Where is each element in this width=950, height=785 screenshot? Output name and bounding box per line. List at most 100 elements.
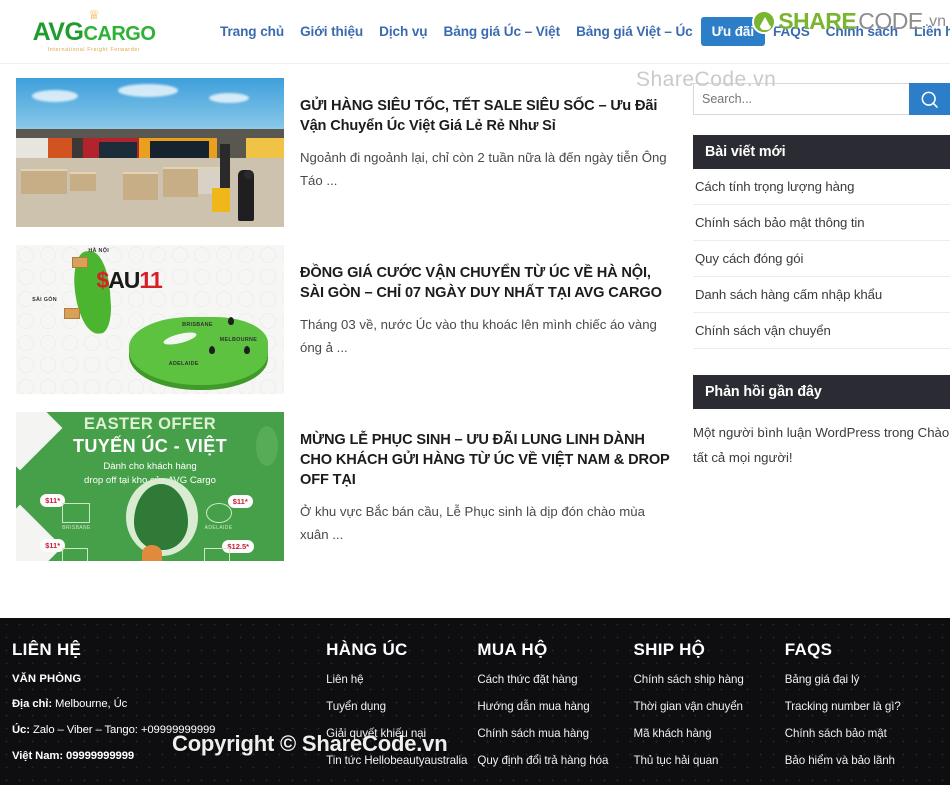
footer-vn-value: 09999999999: [63, 750, 135, 762]
post-title[interactable]: ĐỒNG GIÁ CƯỚC VẬN CHUYỂN TỪ ÚC VỀ HÀ NỘI…: [300, 263, 676, 303]
footer-link[interactable]: Quy định đổi trả hàng hóa: [477, 754, 633, 767]
map-label-saigon: SÀI GÒN: [32, 297, 57, 304]
recent-posts-list: Cách tính trọng lượng hàng Chính sách bả…: [693, 169, 950, 349]
footer-link[interactable]: Mã khách hàng: [634, 727, 785, 740]
widget-title-recent-posts: Bài viết mới: [693, 135, 950, 169]
price-currency: $: [96, 267, 109, 294]
sharecode-logo-icon: [752, 9, 777, 34]
footer-column-contact: LIÊN HỆ VĂN PHÒNG Địa chỉ: Melbourne, Úc…: [12, 640, 326, 781]
logo-tagline: International Freight Forwarder: [47, 47, 141, 53]
easter-city-brisbane: BRISBANE: [62, 525, 91, 532]
site-header: ♕ AVGCARGO International Freight Forward…: [0, 0, 950, 64]
footer-au-phone-line: Úc: Zalo – Viber – Tango: +09999999999: [12, 724, 326, 736]
widget-title-recent-comments: Phản hồi gần đây: [693, 375, 950, 409]
map-label-melbourne: MELBOURNE: [219, 337, 258, 344]
post-text: ĐỒNG GIÁ CƯỚC VẬN CHUYỂN TỪ ÚC VỀ HÀ NỘI…: [284, 245, 676, 394]
nav-item-trang-chu[interactable]: Trang chủ: [212, 18, 292, 45]
list-item[interactable]: Chính sách bảo mật thông tin: [693, 205, 950, 241]
map-label-hanoi: HÀ NỘI: [88, 247, 110, 254]
search-form: [693, 83, 950, 115]
footer-link[interactable]: Bảo hiểm và bảo lãnh: [785, 754, 936, 767]
easter-line1: EASTER OFFER: [83, 415, 217, 433]
search-input[interactable]: [693, 83, 909, 115]
post-title[interactable]: GỬI HÀNG SIÊU TỐC, TẾT SALE SIÊU SỐC – Ư…: [300, 96, 676, 136]
site-logo[interactable]: ♕ AVGCARGO International Freight Forward…: [26, 8, 162, 53]
map-label-adelaide: ADELAIDE: [168, 361, 199, 368]
footer-link[interactable]: Tin tức Hellobeautyaustralia: [326, 754, 477, 767]
widget-spacer: [693, 349, 950, 375]
footer-columns: LIÊN HỆ VĂN PHÒNG Địa chỉ: Melbourne, Úc…: [12, 640, 936, 781]
sidebar: Bài viết mới Cách tính trọng lượng hàng …: [693, 78, 950, 579]
footer-heading: MUA HỘ: [477, 640, 548, 659]
nav-item-bang-gia-uc-viet[interactable]: Bảng giá Úc – Việt: [436, 18, 569, 45]
footer-link[interactable]: Tuyển dụng: [326, 700, 477, 713]
site-footer: LIÊN HỆ VĂN PHÒNG Địa chỉ: Melbourne, Úc…: [0, 618, 950, 785]
footer-link[interactable]: Cách thức đặt hàng: [477, 673, 633, 686]
footer-au-value: Zalo – Viber – Tango: +09999999999: [29, 724, 216, 736]
easter-city-adelaide: ADELAIDE: [204, 525, 233, 532]
footer-link[interactable]: Chính sách ship hàng: [634, 673, 785, 686]
price-bubble: $11*: [227, 495, 253, 509]
nav-item-bang-gia-viet-uc[interactable]: Bảng giá Việt – Úc: [568, 18, 701, 45]
price-number: 11: [139, 267, 162, 294]
footer-link[interactable]: Liên hệ: [326, 673, 477, 686]
footer-link[interactable]: Thủ tục hải quan: [634, 754, 785, 767]
nav-item-gioi-thieu[interactable]: Giới thiệu: [292, 18, 371, 45]
search-icon: [921, 91, 938, 108]
footer-link[interactable]: Tracking number là gì?: [785, 700, 936, 713]
price-graphic: $AU11: [96, 267, 162, 294]
footer-vn-label: Việt Nam:: [12, 750, 64, 762]
easter-sub1: Dành cho khách hàng: [103, 461, 197, 472]
footer-subheading: VĂN PHÒNG: [12, 673, 82, 685]
footer-link[interactable]: Bảng giá đại lý: [785, 673, 936, 686]
post-thumbnail-easter[interactable]: EASTER OFFER TUYẾN ÚC - VIỆT Dành cho kh…: [16, 412, 284, 561]
footer-au-label: Úc:: [12, 724, 30, 736]
footer-link[interactable]: Giải quyết khiếu nại: [326, 727, 477, 740]
price-letters: AU: [108, 267, 140, 294]
footer-address-label: Địa chỉ:: [12, 698, 53, 710]
footer-column-ship-ho: SHIP HỘ Chính sách ship hàng Thời gian v…: [634, 640, 785, 781]
footer-address-value: Melbourne, Úc: [52, 698, 128, 710]
footer-heading: FAQS: [784, 640, 833, 659]
search-button[interactable]: [909, 83, 950, 115]
list-item[interactable]: Cách tính trọng lượng hàng: [693, 169, 950, 205]
footer-vn-phone-line: Việt Nam: 09999999999: [12, 750, 326, 762]
footer-link[interactable]: Chính sách bảo mật: [785, 727, 936, 740]
logo-cargo-text: CARGO: [83, 23, 156, 45]
post-list: GỬI HÀNG SIÊU TỐC, TẾT SALE SIÊU SỐC – Ư…: [16, 78, 676, 579]
footer-heading: LIÊN HỆ: [12, 640, 82, 659]
sharecode-share-text: SHARE: [778, 8, 857, 34]
logo-avg-text: AVG: [32, 18, 84, 46]
footer-address-line: Địa chỉ: Melbourne, Úc: [12, 698, 326, 710]
post-excerpt: Ngoảnh đi ngoảnh lại, chỉ còn 2 tuần nữa…: [300, 150, 667, 188]
footer-column-hang-uc: HÀNG ÚC Liên hệ Tuyển dụng Giải quyết kh…: [326, 640, 477, 781]
list-item[interactable]: Danh sách hàng cấm nhập khẩu: [693, 277, 950, 313]
post-item: GỬI HÀNG SIÊU TỐC, TẾT SALE SIÊU SỐC – Ư…: [16, 78, 676, 227]
footer-link[interactable]: Chính sách mua hàng: [477, 727, 633, 740]
footer-link[interactable]: Thời gian vận chuyển: [634, 700, 785, 713]
list-item[interactable]: Quy cách đóng gói: [693, 241, 950, 277]
post-item: HÀ NỘI SÀI GÒN BRISBANE MELBOURNE ADELAI…: [16, 245, 676, 394]
post-excerpt: Tháng 03 về, nước Úc vào thu khoác lên m…: [300, 317, 657, 355]
post-thumbnail-map[interactable]: HÀ NỘI SÀI GÒN BRISBANE MELBOURNE ADELAI…: [16, 245, 284, 394]
list-item[interactable]: Chính sách vận chuyển: [693, 313, 950, 349]
sharecode-code-text: CODE: [858, 8, 923, 34]
map-label-brisbane: BRISBANE: [182, 322, 213, 329]
footer-column-mua-ho: MUA HỘ Cách thức đặt hàng Hướng dẫn mua …: [477, 640, 633, 781]
post-excerpt: Ở khu vực Bắc bán cầu, Lễ Phục sinh là d…: [300, 504, 645, 542]
footer-link[interactable]: Hướng dẫn mua hàng: [477, 700, 633, 713]
page-body: GỬI HÀNG SIÊU TỐC, TẾT SALE SIÊU SỐC – Ư…: [0, 64, 950, 579]
recent-comment-item[interactable]: Một người bình luận WordPress trong Chào…: [693, 409, 950, 470]
post-title[interactable]: MỪNG LỄ PHỤC SINH – ƯU ĐÃI LUNG LINH DÀN…: [300, 430, 676, 490]
easter-line2: TUYẾN ÚC - VIỆT: [72, 436, 227, 456]
sharecode-vn-text: .vn: [924, 12, 946, 30]
nav-item-dich-vu[interactable]: Dịch vụ: [371, 18, 435, 45]
post-text: MỪNG LỄ PHỤC SINH – ƯU ĐÃI LUNG LINH DÀN…: [284, 412, 676, 561]
footer-heading: SHIP HỘ: [633, 640, 706, 659]
footer-heading: HÀNG ÚC: [326, 640, 408, 659]
footer-column-faqs: FAQS Bảng giá đại lý Tracking number là …: [785, 640, 936, 781]
post-item: EASTER OFFER TUYẾN ÚC - VIỆT Dành cho kh…: [16, 412, 676, 561]
sharecode-watermark-logo: SHARE CODE .vn: [752, 8, 946, 35]
post-text: GỬI HÀNG SIÊU TỐC, TẾT SALE SIÊU SỐC – Ư…: [284, 78, 676, 227]
post-thumbnail-warehouse[interactable]: [16, 78, 284, 227]
